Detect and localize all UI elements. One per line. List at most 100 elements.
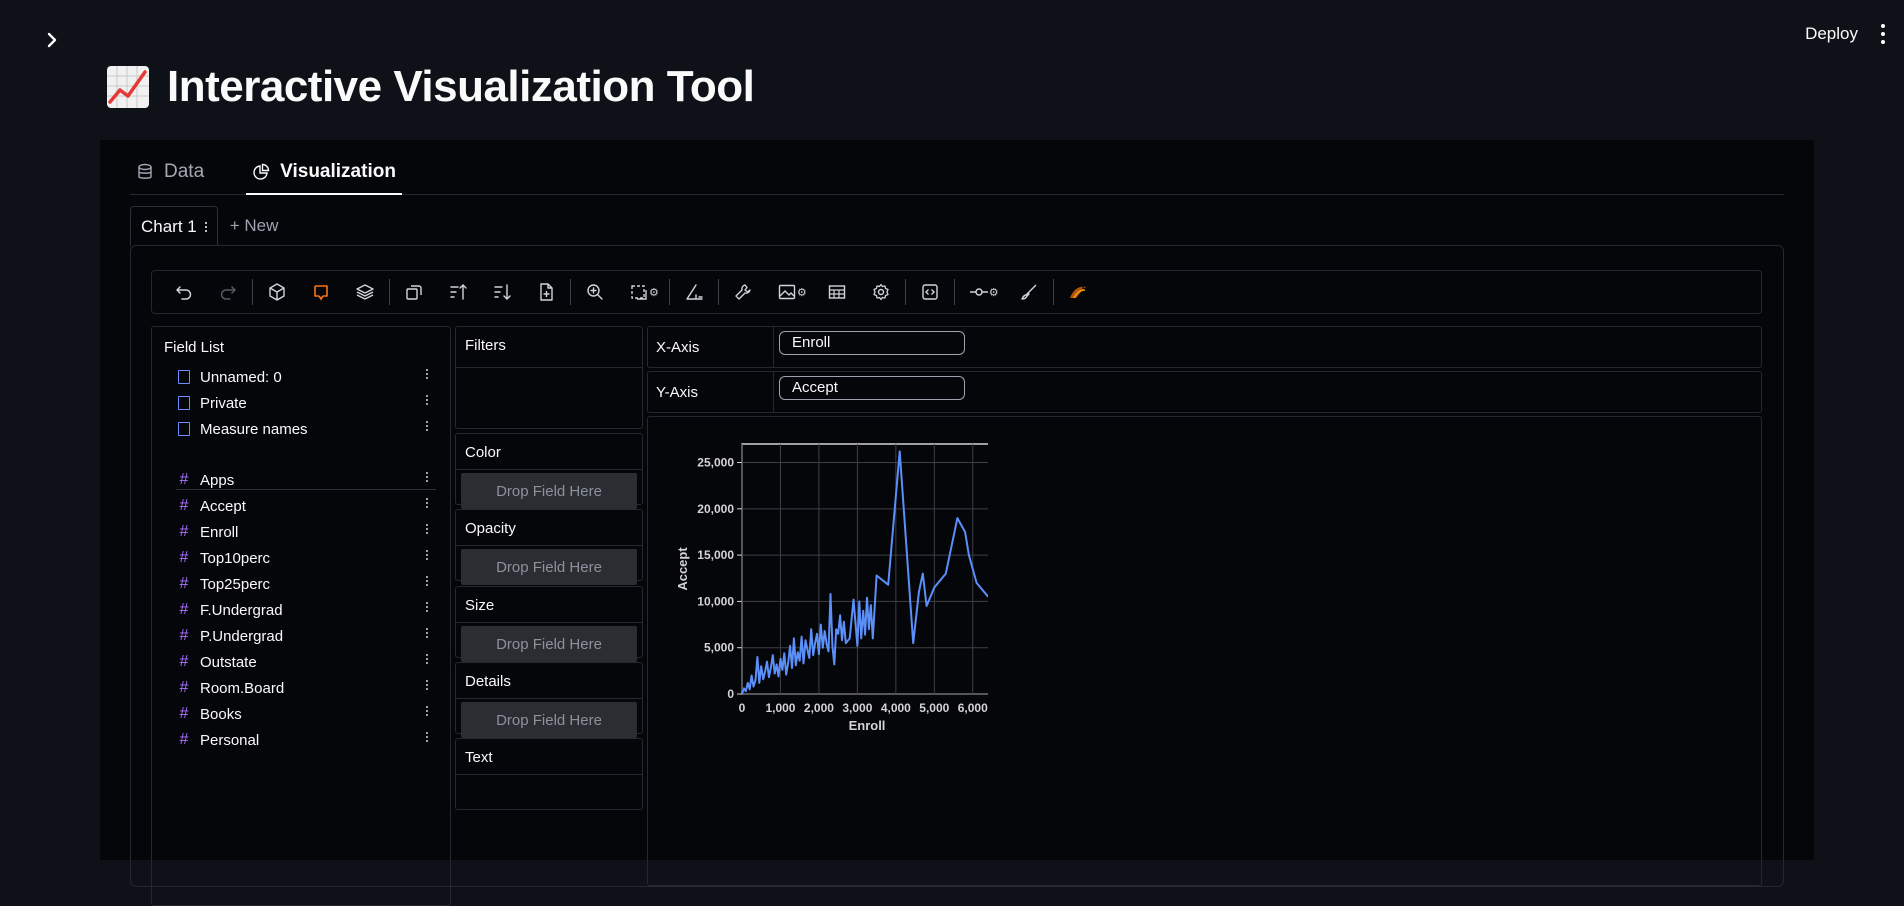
main-menu-icon[interactable] xyxy=(1880,24,1886,44)
field-item[interactable]: # Top10perc xyxy=(176,546,438,570)
measure-field-icon: # xyxy=(179,627,189,644)
field-item[interactable]: Measure names xyxy=(176,417,438,441)
sort-ascending-icon[interactable] xyxy=(436,270,480,314)
field-menu-icon[interactable] xyxy=(426,472,428,482)
field-menu-icon[interactable] xyxy=(426,654,428,664)
chart-canvas: 0 1,000 2,000 3,000 4,000 5,000 6,000 0 5,000 10,… xyxy=(647,416,1762,886)
chart-workspace: ⚙ ⚙ ⚙ Field List Unnamed: 0 Private Meas… xyxy=(130,245,1784,906)
undo-icon[interactable] xyxy=(162,270,206,314)
x-tick-label: 1,000 xyxy=(765,701,795,715)
field-name: Measure names xyxy=(200,420,308,438)
field-item[interactable]: # Personal xyxy=(176,728,438,752)
transpose-icon[interactable] xyxy=(392,270,436,314)
chart-tab-1[interactable]: Chart 1 xyxy=(130,206,218,246)
measure-field-icon: # xyxy=(179,705,189,722)
table-icon[interactable] xyxy=(815,270,859,314)
field-item[interactable]: # Apps xyxy=(176,468,438,492)
size-label: Size xyxy=(465,597,495,614)
field-name: Outstate xyxy=(200,653,257,671)
measure-field-icon: # xyxy=(179,601,189,618)
measure-field-icon: # xyxy=(179,523,189,540)
chart-tab-menu-icon[interactable] xyxy=(204,221,207,232)
field-item[interactable]: Private xyxy=(176,391,438,415)
color-drop-zone[interactable]: Drop Field Here xyxy=(461,473,637,509)
field-menu-icon[interactable] xyxy=(426,706,428,716)
shelf-divider xyxy=(456,622,642,623)
y-tick-label: 10,000 xyxy=(697,594,734,608)
x-axis-field-pill[interactable]: Enroll xyxy=(779,331,965,355)
kanaries-logo-icon[interactable] xyxy=(1056,270,1100,314)
field-item[interactable]: # Books xyxy=(176,702,438,726)
wrench-icon[interactable] xyxy=(721,270,765,314)
toolbar-divider xyxy=(953,279,955,305)
field-item[interactable]: # Enroll xyxy=(176,520,438,544)
dimension-field-icon xyxy=(178,370,190,384)
shelf-divider xyxy=(456,469,642,470)
x-axis-title: Enroll xyxy=(849,718,886,733)
opacity-drop-zone[interactable]: Drop Field Here xyxy=(461,549,637,585)
code-icon[interactable] xyxy=(908,270,952,314)
field-item[interactable]: # P.Undergrad xyxy=(176,624,438,648)
opacity-shelf: Opacity Drop Field Here xyxy=(455,509,643,585)
redo-icon[interactable] xyxy=(206,270,250,314)
field-menu-icon[interactable] xyxy=(426,628,428,638)
x-tick-label: 0 xyxy=(739,701,746,715)
y-tick-label: 0 xyxy=(727,687,734,701)
chart-tab-label: Chart 1 xyxy=(141,216,197,236)
field-menu-icon[interactable] xyxy=(426,602,428,612)
header-actions: Deploy xyxy=(1805,24,1886,44)
fit-icon[interactable] xyxy=(617,270,661,314)
toolbar-divider xyxy=(1052,279,1054,305)
axes-icon[interactable] xyxy=(672,270,716,314)
field-item[interactable]: # Outstate xyxy=(176,650,438,674)
axis-divider xyxy=(773,327,774,367)
tab-visualization[interactable]: Visualization xyxy=(246,150,402,195)
new-chart-button[interactable]: + New xyxy=(218,206,291,246)
settings-icon[interactable] xyxy=(859,270,903,314)
y-axis-title: Accept xyxy=(675,547,690,591)
lasso-icon[interactable] xyxy=(299,270,343,314)
database-icon xyxy=(138,163,152,179)
field-item[interactable]: Unnamed: 0 xyxy=(176,365,438,389)
tab-visualization-label: Visualization xyxy=(280,161,396,182)
toolbar-divider xyxy=(570,279,571,305)
field-menu-icon[interactable] xyxy=(426,680,428,690)
image-icon[interactable] xyxy=(765,270,809,314)
field-item[interactable]: # F.Undergrad xyxy=(176,598,438,622)
field-menu-icon[interactable] xyxy=(426,550,428,560)
brush-icon[interactable] xyxy=(1007,270,1051,314)
field-menu-icon[interactable] xyxy=(426,395,428,405)
field-item[interactable]: # Top25perc xyxy=(176,572,438,596)
line-chart[interactable]: 0 1,000 2,000 3,000 4,000 5,000 6,000 0 5,000 10,… xyxy=(648,417,988,757)
field-menu-icon[interactable] xyxy=(426,732,428,742)
field-menu-icon[interactable] xyxy=(426,498,428,508)
field-list-title: Field List xyxy=(164,339,225,356)
field-menu-icon[interactable] xyxy=(426,421,428,431)
filters-shelf[interactable]: Filters xyxy=(455,326,643,429)
chart-tab-bar: Chart 1 + New xyxy=(130,206,290,246)
field-menu-icon[interactable] xyxy=(426,524,428,534)
details-drop-zone[interactable]: Drop Field Here xyxy=(461,702,637,738)
cube-icon[interactable] xyxy=(255,270,299,314)
size-drop-zone[interactable]: Drop Field Here xyxy=(461,626,637,662)
field-item[interactable]: # Accept xyxy=(176,494,438,518)
chevron-right-icon[interactable] xyxy=(42,30,62,50)
zoom-icon[interactable] xyxy=(573,270,617,314)
add-file-icon[interactable] xyxy=(524,270,568,314)
y-axis-field-pill[interactable]: Accept xyxy=(779,376,965,400)
shelf-divider xyxy=(456,698,642,699)
layers-icon[interactable] xyxy=(343,270,387,314)
dimension-field-icon xyxy=(178,396,190,410)
sort-descending-icon[interactable] xyxy=(480,270,524,314)
page-title: Interactive Visualization Tool xyxy=(105,62,755,112)
measure-field-icon: # xyxy=(179,497,189,514)
measure-field-icon: # xyxy=(179,549,189,566)
tab-data[interactable]: Data xyxy=(130,150,210,194)
line-point-icon[interactable] xyxy=(957,270,1001,314)
field-menu-icon[interactable] xyxy=(426,369,428,379)
axis-divider xyxy=(773,372,774,412)
field-item[interactable]: # Room.Board xyxy=(176,676,438,700)
deploy-button[interactable]: Deploy xyxy=(1805,24,1858,44)
x-axis-row: X-Axis Enroll xyxy=(647,326,1762,368)
field-menu-icon[interactable] xyxy=(426,576,428,586)
